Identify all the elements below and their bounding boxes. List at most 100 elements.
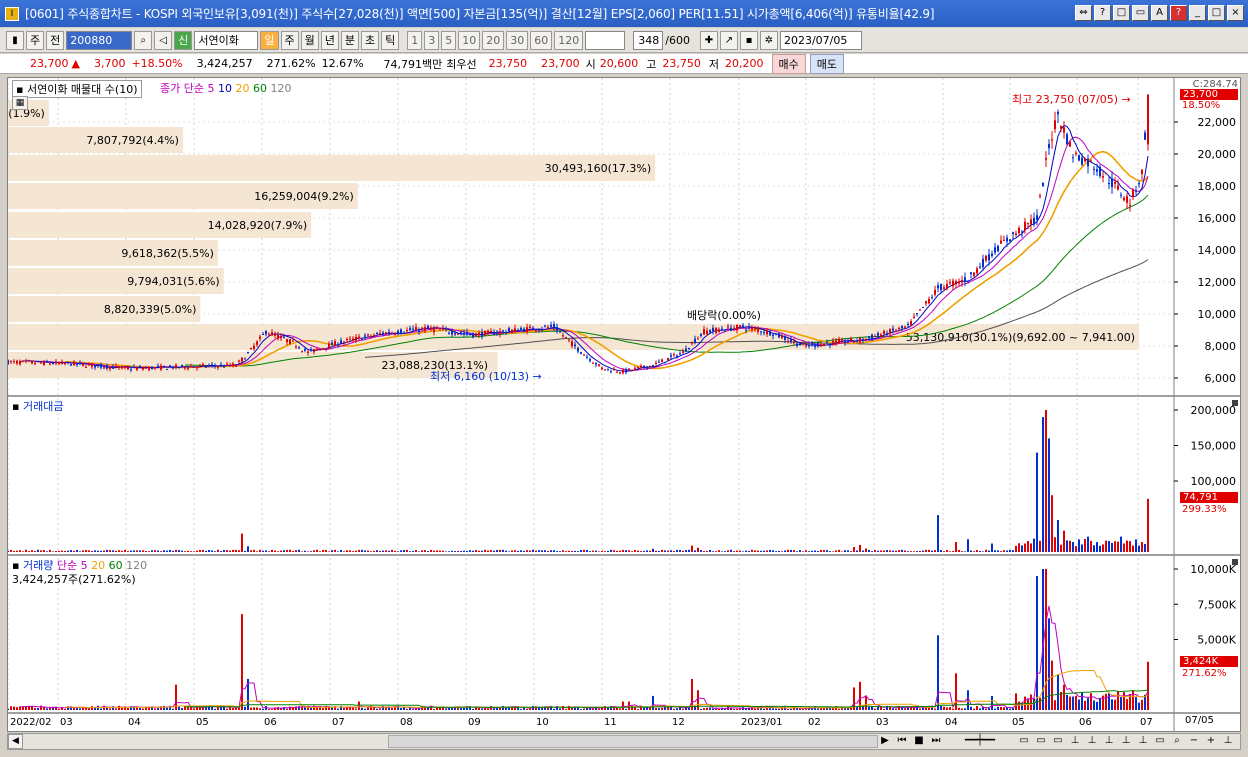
play-icon[interactable]: ▶	[877, 734, 893, 749]
volume-ratio: 271.62%	[266, 57, 316, 70]
chart-type-icon[interactable]: ▮	[6, 30, 24, 50]
interval-20-button[interactable]: 20	[482, 30, 505, 50]
settings-gear-icon[interactable]: ✲	[759, 30, 778, 50]
close-button[interactable]: ×	[1227, 5, 1244, 21]
last-volume-pct: 271.62%	[1182, 668, 1227, 679]
amount-bar	[457, 550, 459, 552]
candle-body	[589, 359, 591, 361]
period-month-tab[interactable]: 월	[300, 30, 319, 50]
info-icon[interactable]: ?	[1170, 5, 1187, 21]
candle-body	[775, 333, 777, 335]
rewind-icon[interactable]: ⏮	[894, 734, 910, 749]
volume-bar	[310, 707, 312, 710]
custom-interval-select[interactable]	[585, 30, 626, 50]
layout-icon-4[interactable]: ▭	[1152, 734, 1168, 749]
candle-body	[1006, 237, 1008, 242]
scroll-left-button[interactable]: ◀	[8, 734, 23, 749]
zoom-reset-icon[interactable]: ⊥	[1220, 734, 1236, 749]
period-second-tab[interactable]: 초	[361, 30, 380, 50]
volume-bar	[583, 708, 585, 710]
indicator-icon-2[interactable]: ⊥	[1084, 734, 1100, 749]
zoom-slider[interactable]: ━━┿━━	[945, 734, 1015, 749]
interval-5-button[interactable]: 5	[441, 30, 457, 50]
amount-bar	[1147, 498, 1149, 552]
amount-bar	[934, 550, 936, 552]
amount-bar	[388, 550, 390, 552]
period-main-button[interactable]: 주	[26, 30, 45, 50]
cursor-tool-icon[interactable]: ✚	[699, 30, 718, 50]
amount-bar	[391, 549, 393, 552]
period-minute-tab[interactable]: 분	[340, 30, 359, 50]
zoom-out-icon[interactable]: −	[1186, 734, 1202, 749]
speaker-icon[interactable]: ◁	[154, 30, 173, 50]
volume-bar	[958, 707, 960, 710]
sell-button[interactable]: 매도	[809, 53, 845, 74]
link-icon[interactable]: ⇔	[1075, 5, 1092, 21]
interval-30-button[interactable]: 30	[506, 30, 529, 50]
minimize-icon[interactable]: ▭	[1132, 5, 1149, 21]
save-icon[interactable]: ▪	[739, 30, 758, 50]
candle-body	[592, 362, 594, 364]
new-flag-badge: 신	[174, 30, 193, 50]
amount-bar	[607, 550, 609, 552]
candle-body	[490, 330, 492, 332]
date-input[interactable]: 2023/07/05	[779, 30, 862, 50]
volume-bar	[391, 707, 393, 710]
amount-bar	[244, 550, 246, 552]
period-tick-tab[interactable]: 틱	[381, 30, 400, 50]
restore-icon[interactable]: □	[1113, 5, 1130, 21]
interval-60-button[interactable]: 60	[530, 30, 553, 50]
period-year-tab[interactable]: 년	[320, 30, 339, 50]
amount-bar	[808, 551, 810, 552]
maximize-button[interactable]: □	[1208, 5, 1225, 21]
period-prev-button[interactable]: 전	[46, 30, 65, 50]
minimize-button[interactable]: _	[1189, 5, 1206, 21]
chart-area[interactable]: 2022/02 03 04 05 06 07 08 09 10 11 12 2023/01 02 03 04…	[7, 77, 1241, 732]
amount-bar	[580, 550, 582, 552]
indicator-icon-1[interactable]: ⊥	[1067, 734, 1083, 749]
chart-canvas[interactable]: 2022/02 03 04 05 06 07 08 09 10 11 12 2023/01 02 03 04…	[8, 78, 1240, 731]
scroll-thumb[interactable]	[388, 735, 878, 748]
amount-bar	[28, 551, 30, 552]
fast-forward-icon[interactable]: ⏭	[928, 734, 944, 749]
volume-profile-label: 16,259,004(9.2%)	[254, 190, 354, 203]
indicator-icon-4[interactable]: ⊥	[1118, 734, 1134, 749]
draw-tool-icon[interactable]: ↗	[719, 30, 738, 50]
volume-bar	[952, 708, 954, 710]
candle-body	[547, 327, 549, 329]
volume-bar	[598, 708, 600, 710]
horizontal-scrollbar[interactable]: ◀ ▶ ⏮ ■ ⏭ ━━┿━━ ▭ ▭ ▭ ⊥ ⊥ ⊥ ⊥ ⊥ ▭ ⌕ − + …	[7, 733, 1241, 750]
interval-120-button[interactable]: 120	[554, 30, 584, 50]
layout-icon-2[interactable]: ▭	[1033, 734, 1049, 749]
volume-bar	[1069, 696, 1071, 710]
grid-icon[interactable]: ▦	[12, 96, 28, 110]
layout-icon-1[interactable]: ▭	[1016, 734, 1032, 749]
interval-1-button[interactable]: 1	[407, 30, 423, 50]
interval-3-button[interactable]: 3	[424, 30, 440, 50]
search-icon[interactable]: ⌕	[134, 30, 153, 50]
period-day-tab[interactable]: 일	[260, 30, 279, 50]
zoom-in-icon[interactable]: +	[1203, 734, 1219, 749]
bar-count-input[interactable]: 348	[633, 30, 664, 50]
candle-body	[991, 253, 993, 256]
candle-body	[700, 333, 702, 336]
candle-body	[541, 329, 543, 331]
volume-bar	[109, 708, 111, 710]
stop-icon[interactable]: ■	[911, 734, 927, 749]
buy-button[interactable]: 매수	[771, 53, 806, 74]
candle-body	[703, 329, 705, 335]
period-week-tab[interactable]: 주	[280, 30, 299, 50]
candle-body	[982, 258, 984, 267]
amount-bar	[226, 550, 228, 552]
stock-code-input[interactable]: 200880	[66, 30, 133, 50]
font-icon[interactable]: A	[1151, 5, 1168, 21]
candle-body	[829, 343, 831, 346]
stock-name-field[interactable]: 서연이화	[194, 30, 259, 50]
indicator-icon-3[interactable]: ⊥	[1101, 734, 1117, 749]
volume-bar	[865, 695, 867, 710]
zoom-search-icon[interactable]: ⌕	[1169, 734, 1185, 749]
interval-10-button[interactable]: 10	[458, 30, 481, 50]
help-icon[interactable]: ?	[1094, 5, 1111, 21]
layout-icon-3[interactable]: ▭	[1050, 734, 1066, 749]
indicator-icon-5[interactable]: ⊥	[1135, 734, 1151, 749]
